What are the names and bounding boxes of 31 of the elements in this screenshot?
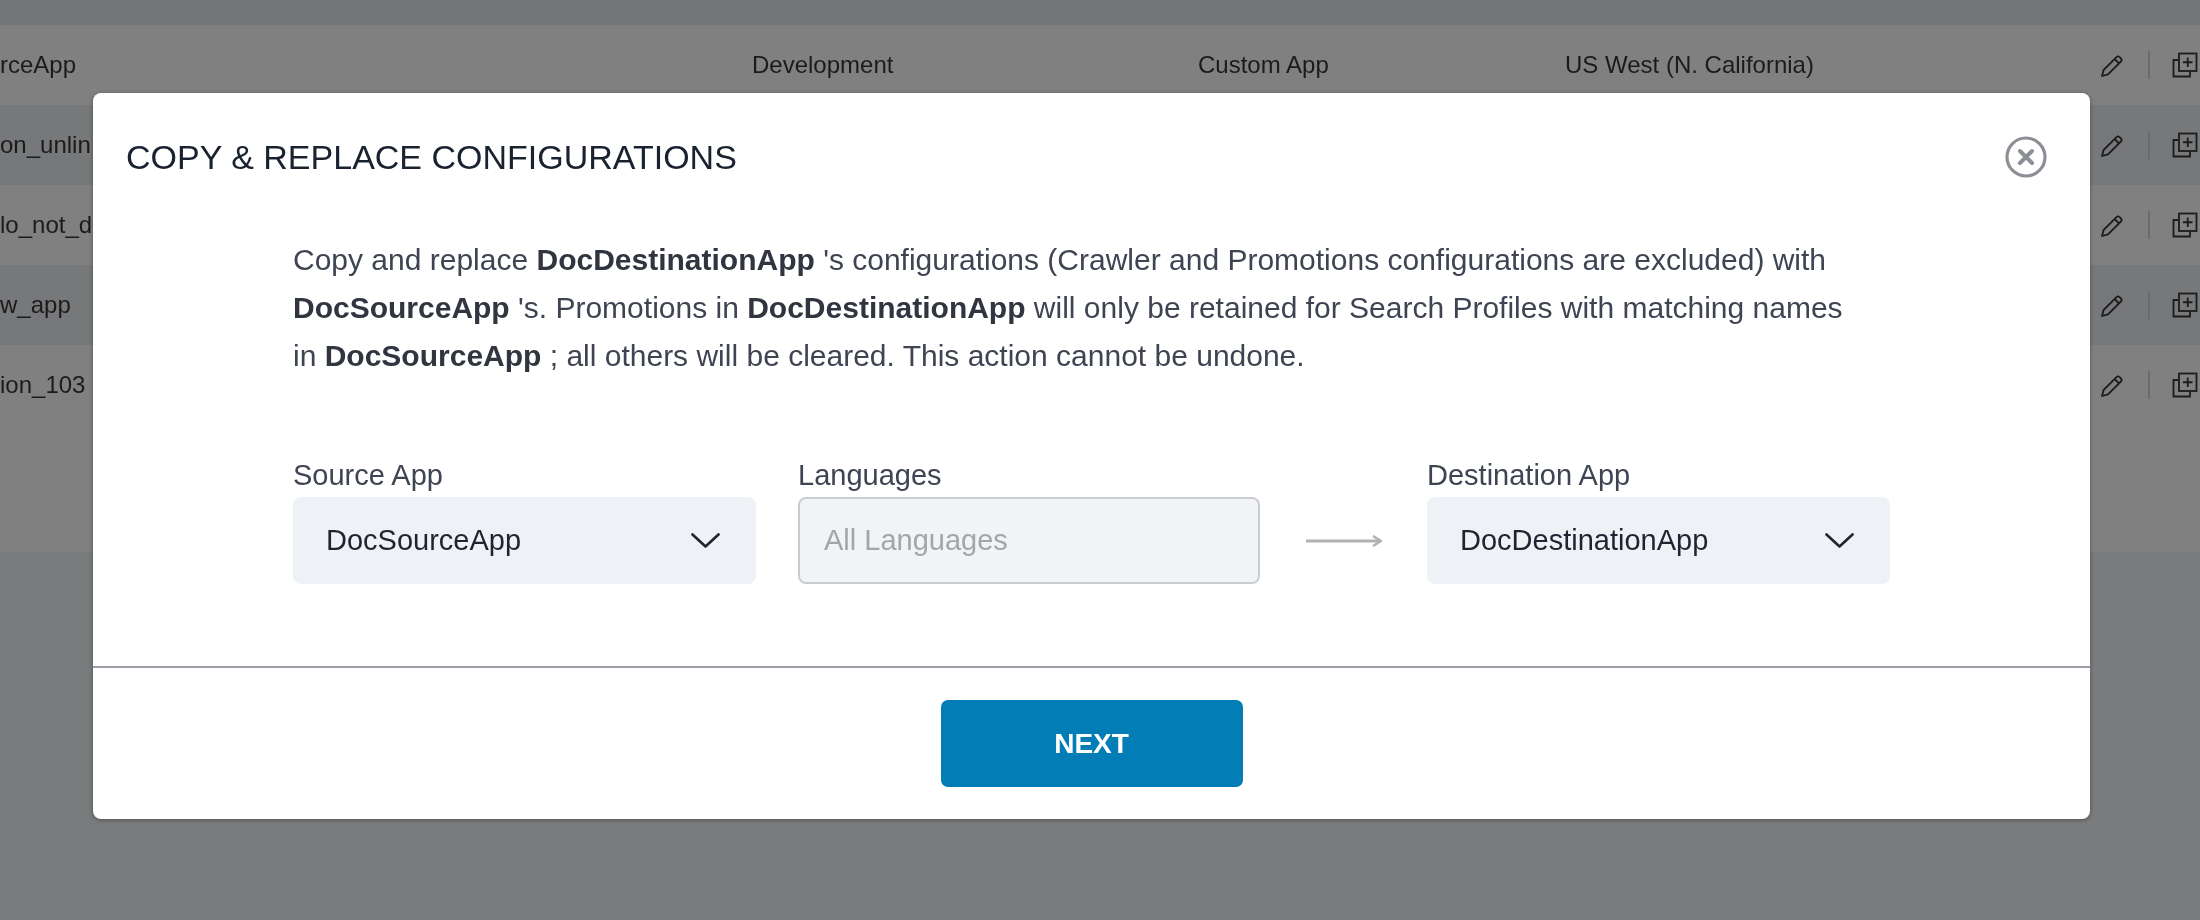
dialog-message: Copy and replace DocDestinationApp 's configurations (Crawler and Promotions configurations are excluded) with DocSourceApp 's. Promotions in DocDestinationApp will only be retained for Search Profiles with matching names in DocSourceApp ; all others will be cleared. This action cannot be undone. xyxy=(293,242,1844,374)
close-icon xyxy=(2005,136,2047,178)
next-button[interactable]: NEXT xyxy=(940,700,1243,787)
arrow-right-icon xyxy=(1306,534,1382,547)
table-cell: on_unlin xyxy=(0,131,91,159)
table-cell: Development xyxy=(752,51,894,79)
table-cell: US West (N. California) xyxy=(1565,51,1814,79)
chevron-down-icon xyxy=(691,533,720,548)
dialog-title: COPY & REPLACE CONFIGURATIONS xyxy=(126,137,737,178)
table-cell: ion_103 xyxy=(0,371,86,399)
chevron-down-icon xyxy=(1825,533,1854,548)
pencil-icon[interactable] xyxy=(2100,52,2125,78)
copy-plus-icon[interactable] xyxy=(2172,372,2198,398)
pencil-icon[interactable] xyxy=(2100,292,2125,318)
copy-plus-icon[interactable] xyxy=(2172,292,2198,318)
field-label: Destination App xyxy=(1427,458,1631,493)
table-cell: lo_not_d xyxy=(0,211,93,239)
field-label: Source App xyxy=(293,458,443,493)
pencil-icon[interactable] xyxy=(2100,132,2125,158)
copy-plus-icon[interactable] xyxy=(2172,132,2198,158)
pencil-icon[interactable] xyxy=(2100,372,2125,398)
copy-plus-icon[interactable] xyxy=(2172,52,2198,78)
table-cell: rceApp xyxy=(0,51,77,79)
app-dropdown[interactable]: DocSourceApp xyxy=(293,497,756,584)
close-button[interactable] xyxy=(2005,136,2047,178)
copy-plus-icon[interactable] xyxy=(2172,212,2198,238)
pencil-icon[interactable] xyxy=(2100,212,2125,238)
table-cell: w_app xyxy=(0,291,71,319)
app-dropdown[interactable]: DocDestinationApp xyxy=(1427,497,1890,584)
table-cell: Custom App xyxy=(1198,51,1329,79)
field-label: Languages xyxy=(798,458,942,493)
